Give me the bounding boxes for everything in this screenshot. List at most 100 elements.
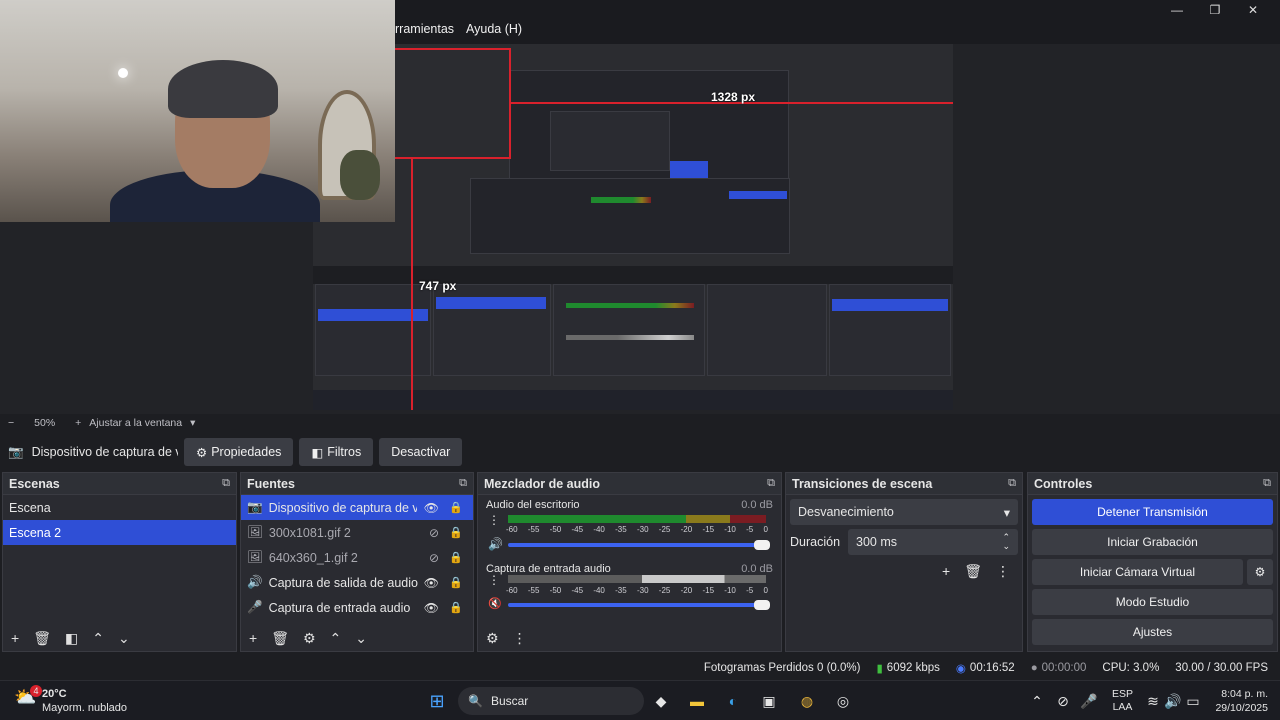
eye-off-icon[interactable]: ⊘ <box>429 551 439 565</box>
stop-stream-button[interactable]: Detener Transmisión <box>1032 499 1273 525</box>
duration-input[interactable]: 300 ms ⌃ ⌄ <box>848 529 1018 555</box>
trash-icon[interactable]: 🗑 <box>33 630 51 647</box>
volume-slider[interactable] <box>508 600 770 610</box>
scene-item[interactable]: Escena <box>3 495 236 520</box>
measure-height-label: 747 px <box>419 279 457 293</box>
spin-icon[interactable]: ⌃ ⌄ <box>1002 533 1010 551</box>
chevron-down-icon[interactable]: ⌄ <box>118 630 130 647</box>
source-item[interactable]: 🖼 640x360_1.gif 2 ⊘ 🔒 <box>241 545 473 570</box>
chrome-icon[interactable]: ◍ <box>796 690 818 712</box>
file-explorer-icon[interactable]: ▬ <box>686 690 708 712</box>
volume-slider[interactable] <box>508 540 770 550</box>
battery-icon[interactable]: ▭ <box>1182 690 1204 712</box>
popout-icon[interactable]: ⧉ <box>459 477 467 490</box>
add-icon[interactable]: + <box>942 563 950 580</box>
kebab-icon[interactable]: ⋮ <box>488 513 500 527</box>
lock-icon[interactable]: 🔒 <box>449 551 463 564</box>
clock-date: 29/10/2025 <box>1215 702 1268 714</box>
mute-icon[interactable]: 🔇 <box>488 597 502 610</box>
speaker-icon[interactable]: 🔊 <box>488 537 503 551</box>
taskbar-search[interactable]: 🔍 Buscar <box>458 687 644 715</box>
maximize-button[interactable]: ❐ <box>1196 0 1234 20</box>
source-item[interactable]: 🔊 Captura de salida de audio 👁 🔒 <box>241 570 473 595</box>
zoom-in-button[interactable]: + <box>75 417 81 429</box>
fps: 30.00 / 30.00 FPS <box>1175 662 1268 674</box>
kebab-icon[interactable]: ⋮ <box>996 563 1010 580</box>
tick: -30 <box>636 586 649 595</box>
transitions-dock-header: Transiciones de escena ⧉ <box>786 473 1022 495</box>
lang-bottom: LAA <box>1112 701 1133 713</box>
volume-icon[interactable]: 🔊 <box>1162 690 1184 712</box>
filter-icon[interactable]: ◧ <box>65 630 78 647</box>
settings-button[interactable]: Ajustes <box>1032 619 1273 645</box>
volume-slider-handle[interactable] <box>754 600 770 610</box>
trash-icon[interactable]: 🗑 <box>271 630 289 647</box>
chevron-up-icon[interactable]: ⌃ <box>330 630 342 647</box>
mixer-dock: Mezclador de audio ⧉ Audio del escritori… <box>477 472 782 652</box>
chevron-down-icon[interactable]: ⌄ <box>355 630 367 647</box>
eye-icon[interactable]: 👁 <box>424 576 439 590</box>
chevron-down-icon[interactable]: ▾ <box>190 417 195 429</box>
source-item[interactable]: 🖼 300x1081.gif 2 ⊘ 🔒 <box>241 520 473 545</box>
image-icon: 🖼 <box>247 525 263 539</box>
eye-off-icon[interactable]: ⊘ <box>429 526 439 540</box>
popout-icon[interactable]: ⧉ <box>222 477 230 490</box>
gear-icon[interactable]: ⚙ <box>303 630 316 647</box>
edge-icon[interactable]: ◐ <box>722 690 744 712</box>
add-icon[interactable]: + <box>11 630 19 646</box>
popout-icon[interactable]: ⧉ <box>767 477 775 490</box>
obs-icon[interactable]: ◎ <box>832 690 854 712</box>
start-virtual-cam-button[interactable]: Iniciar Cámara Virtual <box>1032 559 1243 585</box>
chevron-up-icon[interactable]: ⌃ <box>1026 690 1048 712</box>
mic-icon: 🎤 <box>247 600 263 614</box>
scenes-dock-header: Escenas ⧉ <box>3 473 236 495</box>
lock-icon[interactable]: 🔒 <box>449 526 463 539</box>
studio-mode-button[interactable]: Modo Estudio <box>1032 589 1273 615</box>
weather-widget[interactable]: ⛅ 4 <box>14 685 42 713</box>
scene-item-selected[interactable]: Escena 2 <box>3 520 236 545</box>
channel-db: 0.0 dB <box>741 499 773 511</box>
network-off-icon[interactable]: ⊘ <box>1052 690 1074 712</box>
eye-icon[interactable]: 👁 <box>424 601 439 615</box>
nested-sources <box>433 284 551 376</box>
source-item[interactable]: 🎤 Captura de entrada audio 👁 🔒 <box>241 595 473 620</box>
mic-icon[interactable]: 🎤 <box>1078 690 1100 712</box>
lock-icon[interactable]: 🔒 <box>449 576 463 589</box>
language-indicator[interactable]: ESP LAA <box>1112 688 1133 714</box>
copilot-icon[interactable]: ◆ <box>650 690 672 712</box>
windows-start-icon[interactable]: ⊞ <box>426 690 448 712</box>
nested-scenes <box>315 284 431 376</box>
deactivate-button[interactable]: Desactivar <box>379 438 463 466</box>
menu-item-herramientas[interactable]: rramientas <box>395 22 454 40</box>
lock-icon[interactable]: 🔒 <box>449 501 463 514</box>
channel-db: 0.0 dB <box>741 563 773 575</box>
trash-icon[interactable]: 🗑 <box>964 563 982 580</box>
close-button[interactable]: ✕ <box>1234 0 1272 20</box>
chevron-up-icon[interactable]: ⌃ <box>92 630 104 647</box>
tick: -45 <box>571 525 584 534</box>
wifi-icon[interactable]: ≋ <box>1142 690 1164 712</box>
kebab-icon[interactable]: ⋮ <box>513 630 527 647</box>
lock-icon[interactable]: 🔒 <box>449 601 463 614</box>
start-recording-button[interactable]: Iniciar Grabación <box>1032 529 1273 555</box>
tick: -15 <box>702 586 715 595</box>
kebab-icon[interactable]: ⋮ <box>488 573 500 587</box>
eye-icon[interactable]: 👁 <box>424 501 439 515</box>
popout-icon[interactable]: ⧉ <box>1263 477 1271 490</box>
clock[interactable]: 8:04 p. m. 29/10/2025 <box>1215 687 1268 715</box>
filters-button[interactable]: ◧ Filtros <box>299 438 374 466</box>
gear-icon[interactable]: ⚙ <box>486 630 499 647</box>
properties-button[interactable]: ⚙ Propiedades <box>184 438 294 466</box>
add-icon[interactable]: + <box>249 630 257 646</box>
menu-item-ayuda[interactable]: Ayuda (H) <box>466 22 522 40</box>
gear-icon[interactable]: ⚙ <box>1247 559 1273 585</box>
source-item-selected[interactable]: 📷 Dispositivo de captura de vídeo 👁 🔒 <box>241 495 473 520</box>
zoom-out-button[interactable]: − <box>8 417 14 429</box>
fit-window-select[interactable]: Ajustar a la ventana <box>89 417 182 429</box>
volume-slider-handle[interactable] <box>754 540 770 550</box>
popout-icon[interactable]: ⧉ <box>1008 477 1016 490</box>
transition-select[interactable]: Desvanecimiento ▾ <box>790 499 1018 525</box>
store-icon[interactable]: ▣ <box>758 690 780 712</box>
source-selection-box[interactable] <box>395 48 511 159</box>
minimize-button[interactable]: — <box>1158 0 1196 20</box>
